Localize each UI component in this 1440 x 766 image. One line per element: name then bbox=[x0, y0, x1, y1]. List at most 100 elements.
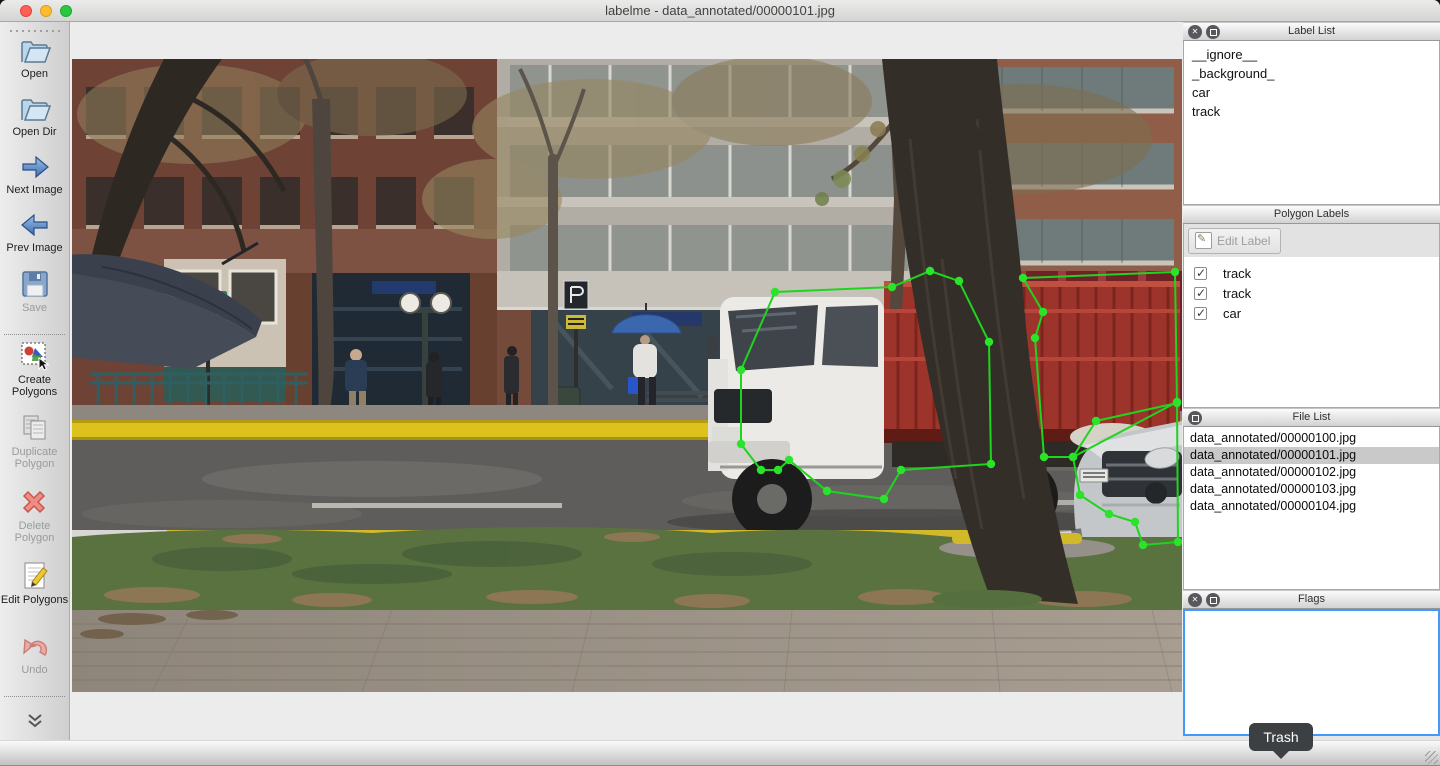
open-folder-icon bbox=[18, 36, 52, 66]
toolbar-item-label: Open bbox=[1, 68, 69, 80]
arrow-left-icon bbox=[18, 210, 52, 240]
annotation-vertex[interactable] bbox=[737, 366, 745, 374]
annotation-vertex[interactable] bbox=[880, 495, 888, 503]
visibility-checkbox[interactable] bbox=[1194, 287, 1207, 300]
annotation-vertex[interactable] bbox=[737, 440, 745, 448]
annotation-vertex[interactable] bbox=[1069, 453, 1077, 461]
toolbar-item-label: Undo bbox=[1, 664, 69, 676]
polygon-label-row[interactable]: track bbox=[1184, 263, 1439, 283]
toolbar-item-label: Save bbox=[1, 302, 69, 314]
delete-polygon-button[interactable]: Delete Polygon bbox=[0, 486, 69, 560]
resize-grip[interactable] bbox=[1425, 751, 1438, 764]
file-list-header[interactable]: File List bbox=[1183, 408, 1440, 427]
file-list-item[interactable]: data_annotated/00000102.jpg bbox=[1184, 464, 1439, 481]
annotation-vertex[interactable] bbox=[1139, 541, 1147, 549]
double-chevron-down-icon bbox=[26, 716, 44, 733]
label-list-item[interactable]: car bbox=[1184, 84, 1439, 103]
arrow-right-icon bbox=[18, 152, 52, 182]
annotation-vertex[interactable] bbox=[1040, 453, 1048, 461]
open-dir-folder-icon bbox=[18, 94, 52, 124]
toolbar-item-label: Edit Polygons bbox=[1, 594, 69, 606]
undo-arrow-icon bbox=[18, 632, 52, 662]
toolbar-separator bbox=[4, 696, 65, 698]
polygon-label-row[interactable]: track bbox=[1184, 283, 1439, 303]
floppy-disk-icon bbox=[18, 268, 52, 300]
status-bar bbox=[0, 740, 1440, 766]
toolbar-separator bbox=[4, 334, 65, 336]
annotation-vertex[interactable] bbox=[757, 466, 765, 474]
annotated-photo[interactable] bbox=[72, 59, 1182, 692]
label-list[interactable]: __ignore___background_cartrack bbox=[1183, 41, 1440, 205]
file-list[interactable]: data_annotated/00000100.jpgdata_annotate… bbox=[1183, 427, 1440, 590]
file-list-item[interactable]: data_annotated/00000100.jpg bbox=[1184, 430, 1439, 447]
annotation-vertex[interactable] bbox=[888, 283, 896, 291]
label-list-item[interactable]: track bbox=[1184, 103, 1439, 122]
window-title: labelme - data_annotated/00000101.jpg bbox=[0, 3, 1440, 18]
annotation-vertex[interactable] bbox=[985, 338, 993, 346]
open-dir-button[interactable]: Open Dir bbox=[0, 94, 69, 152]
edit-page-pencil-icon bbox=[18, 560, 52, 592]
label-list-header[interactable]: Label List bbox=[1183, 22, 1440, 41]
panel-title: Label List bbox=[1183, 25, 1440, 37]
toolbar-item-label: Next Image bbox=[1, 184, 69, 196]
flags-list[interactable] bbox=[1183, 609, 1440, 736]
file-list-item[interactable]: data_annotated/00000101.jpg bbox=[1184, 447, 1439, 464]
toolbar: Open Open Dir Next Image Prev Image bbox=[0, 22, 70, 740]
edit-polygons-button[interactable]: Edit Polygons bbox=[0, 560, 69, 632]
annotation-vertex[interactable] bbox=[1174, 538, 1182, 546]
dock-panels: Label List __ignore___background_cartrac… bbox=[1183, 22, 1440, 740]
annotation-vertex[interactable] bbox=[774, 466, 782, 474]
annotation-vertex[interactable] bbox=[1019, 274, 1027, 282]
annotation-vertex[interactable] bbox=[1131, 518, 1139, 526]
toolbar-item-label: Prev Image bbox=[1, 242, 69, 254]
annotation-vertex[interactable] bbox=[1171, 268, 1179, 276]
edit-label-button[interactable]: Edit Label bbox=[1188, 228, 1281, 254]
duplicate-polygon-button[interactable]: Duplicate Polygon bbox=[0, 412, 69, 486]
street-scene bbox=[72, 59, 1182, 692]
polygon-label-text: track bbox=[1223, 286, 1251, 301]
annotation-vertex[interactable] bbox=[926, 267, 934, 275]
annotation-vertex[interactable] bbox=[823, 487, 831, 495]
polygon-label-text: track bbox=[1223, 266, 1251, 281]
panel-title: Polygon Labels bbox=[1183, 208, 1440, 220]
annotation-vertex[interactable] bbox=[1092, 417, 1100, 425]
polygon-labels-list[interactable]: track track car bbox=[1183, 257, 1440, 408]
image-canvas[interactable] bbox=[70, 22, 1183, 740]
label-list-item[interactable]: __ignore__ bbox=[1184, 46, 1439, 65]
annotation-vertex[interactable] bbox=[1105, 510, 1113, 518]
save-button[interactable]: Save bbox=[0, 268, 69, 330]
annotation-vertex[interactable] bbox=[771, 288, 779, 296]
toolbar-overflow-button[interactable] bbox=[0, 713, 70, 734]
polygon-label-row[interactable]: car bbox=[1184, 303, 1439, 323]
polygon-labels-header[interactable]: Polygon Labels bbox=[1183, 205, 1440, 224]
create-polygons-button[interactable]: Create Polygons bbox=[0, 340, 69, 412]
annotation-vertex[interactable] bbox=[1173, 399, 1181, 407]
annotation-vertex[interactable] bbox=[955, 277, 963, 285]
file-list-item[interactable]: data_annotated/00000104.jpg bbox=[1184, 498, 1439, 515]
flags-header[interactable]: Flags bbox=[1183, 590, 1440, 609]
annotation-vertex[interactable] bbox=[1031, 334, 1039, 342]
annotation-vertex[interactable] bbox=[987, 460, 995, 468]
toolbar-item-label: Open Dir bbox=[1, 126, 69, 138]
prev-image-button[interactable]: Prev Image bbox=[0, 210, 69, 268]
open-button[interactable]: Open bbox=[0, 36, 69, 94]
visibility-checkbox[interactable] bbox=[1194, 307, 1207, 320]
edit-label-button-text: Edit Label bbox=[1217, 234, 1270, 248]
title-bar[interactable]: labelme - data_annotated/00000101.jpg bbox=[0, 0, 1440, 22]
polygon-label-text: car bbox=[1223, 306, 1241, 321]
visibility-checkbox[interactable] bbox=[1194, 267, 1207, 280]
trash-tooltip-text: Trash bbox=[1263, 729, 1298, 745]
toolbar-item-label: Create Polygons bbox=[1, 374, 69, 398]
annotation-vertex[interactable] bbox=[785, 456, 793, 464]
next-image-button[interactable]: Next Image bbox=[0, 152, 69, 210]
annotation-vertex[interactable] bbox=[1076, 491, 1084, 499]
file-list-item[interactable]: data_annotated/00000103.jpg bbox=[1184, 481, 1439, 498]
panel-title: Flags bbox=[1183, 593, 1440, 605]
toolbar-drag-handle[interactable] bbox=[6, 24, 63, 36]
label-list-item[interactable]: _background_ bbox=[1184, 65, 1439, 84]
trash-tooltip: Trash bbox=[1249, 723, 1313, 751]
annotation-vertex[interactable] bbox=[1039, 308, 1047, 316]
undo-button[interactable]: Undo bbox=[0, 632, 69, 692]
delete-x-icon bbox=[18, 486, 52, 518]
annotation-vertex[interactable] bbox=[897, 466, 905, 474]
